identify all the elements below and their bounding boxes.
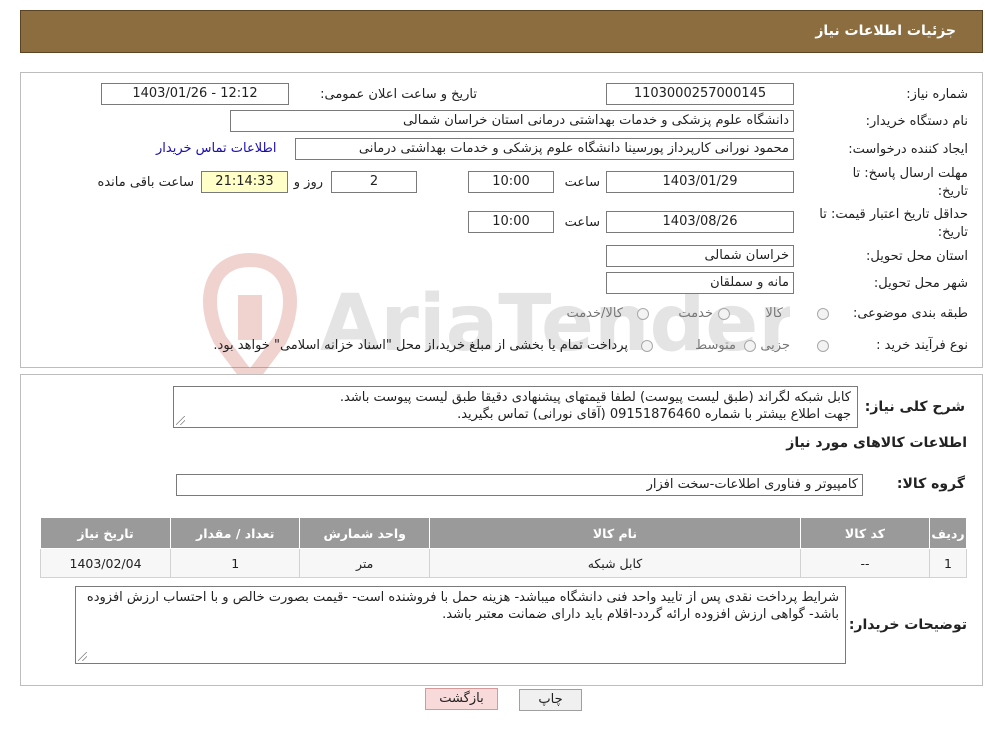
category-opt-goods: کالا <box>765 306 783 321</box>
page-header: جزئیات اطلاعات نیاز <box>20 10 983 53</box>
category-radio-goods[interactable] <box>817 308 829 320</box>
announce-label: تاریخ و ساعت اعلان عمومی: <box>320 87 477 102</box>
buyer-org-label: نام دستگاه خریدار: <box>865 114 968 129</box>
contact-info-link[interactable]: اطلاعات تماس خریدار <box>156 141 276 156</box>
cell-name: کابل شبکه <box>429 548 801 578</box>
need-number-label: شماره نیاز: <box>906 87 968 102</box>
creator-label: ایجاد کننده درخواست: <box>848 142 968 157</box>
process-opt-minor: جزیی <box>760 338 790 353</box>
treasury-note: پرداخت تمام یا بخشی از مبلغ خرید،از محل … <box>213 338 628 353</box>
col-code: کد کالا <box>799 517 931 549</box>
province-field: خراسان شمالی <box>606 245 794 267</box>
remaining-label: ساعت باقی مانده <box>97 175 194 190</box>
cell-row: 1 <box>929 548 967 578</box>
resize-grip-icon[interactable] <box>176 416 185 425</box>
category-radio-goods-service[interactable] <box>637 308 649 320</box>
province-label: استان محل تحویل: <box>866 249 968 264</box>
deadline-date-field: 1403/01/29 <box>606 171 794 193</box>
table-row: 1 -- کابل شبکه متر 1 1403/02/04 <box>39 548 967 578</box>
cell-quantity: 1 <box>170 548 301 578</box>
remaining-time-field: 21:14:33 <box>201 171 288 193</box>
back-button[interactable]: بازگشت <box>425 688 498 710</box>
need-number-field: 1103000257000145 <box>606 83 794 105</box>
buyer-org-field: دانشگاه علوم پزشکی و خدمات بهداشتی درمان… <box>230 110 794 132</box>
buyer-notes-field: شرایط پرداخت نقدی پس از تایید واحد فنی د… <box>75 586 846 664</box>
days-label: روز و <box>293 175 323 190</box>
deadline-time-field: 10:00 <box>468 171 554 193</box>
days-remaining-field: 2 <box>331 171 417 193</box>
category-opt-service: خدمت <box>678 306 713 321</box>
need-description-line-1: کابل شبکه لگراند (طبق لیست پیوست) لطفا ق… <box>339 390 851 405</box>
col-row: ردیف <box>929 517 967 549</box>
process-opt-medium: متوسط <box>695 338 736 353</box>
goods-group-field: کامپیوتر و فناوری اطلاعات-سخت افزار <box>176 474 863 496</box>
cell-need-date: 1403/02/04 <box>39 548 172 578</box>
process-radio-medium[interactable] <box>744 340 756 352</box>
validity-label-2: تاریخ: <box>937 225 968 240</box>
city-label: شهر محل تحویل: <box>873 276 968 291</box>
col-unit: واحد شمارش <box>299 517 431 549</box>
validity-time-label: ساعت <box>564 215 600 230</box>
cell-unit: متر <box>299 548 431 578</box>
print-button[interactable]: چاپ <box>519 689 582 711</box>
announce-field: 1403/01/26 - 12:12 <box>101 83 289 105</box>
col-name: نام کالا <box>429 517 801 549</box>
city-field: مانه و سملقان <box>606 272 794 294</box>
process-radio-minor[interactable] <box>817 340 829 352</box>
cell-code: -- <box>799 548 931 578</box>
page-title: جزئیات اطلاعات نیاز <box>815 23 956 39</box>
need-description-line-2: جهت اطلاع بیشتر با شماره 09151876460 (آق… <box>457 407 851 422</box>
goods-section-title: اطلاعات کالاهای مورد نیاز <box>786 435 967 451</box>
creator-field: محمود نورانی کارپرداز پورسینا دانشگاه عل… <box>295 138 794 160</box>
buyer-notes-label: توضیحات خریدار: <box>848 617 967 633</box>
validity-date-field: 1403/08/26 <box>606 211 794 233</box>
col-quantity: تعداد / مقدار <box>170 517 301 549</box>
goods-table: ردیف کد کالا نام کالا واحد شمارش تعداد /… <box>39 517 967 578</box>
category-radio-service[interactable] <box>718 308 730 320</box>
category-opt-goods-service: کالا/خدمت <box>566 306 623 321</box>
validity-label: حداقل تاریخ اعتبار قیمت: تا <box>819 207 968 222</box>
goods-group-label: گروه کالا: <box>896 476 965 492</box>
goods-table-header: ردیف کد کالا نام کالا واحد شمارش تعداد /… <box>39 517 967 549</box>
deadline-label: مهلت ارسال پاسخ: تا <box>852 166 968 181</box>
validity-time-field: 10:00 <box>468 211 554 233</box>
need-description-field: کابل شبکه لگراند (طبق لیست پیوست) لطفا ق… <box>173 386 858 428</box>
buyer-notes-text: شرایط پرداخت نقدی پس از تایید واحد فنی د… <box>86 590 839 622</box>
deadline-label-2: تاریخ: <box>937 184 968 199</box>
col-need-date: تاریخ نیاز <box>39 517 172 549</box>
resize-grip-icon[interactable] <box>78 652 87 661</box>
need-description-label: شرح کلی نیاز: <box>864 399 965 415</box>
deadline-time-label: ساعت <box>564 175 600 190</box>
process-label: نوع فرآیند خرید : <box>876 338 968 353</box>
category-label: طبقه بندی موضوعی: <box>852 306 968 321</box>
treasury-checkbox[interactable] <box>641 340 653 352</box>
